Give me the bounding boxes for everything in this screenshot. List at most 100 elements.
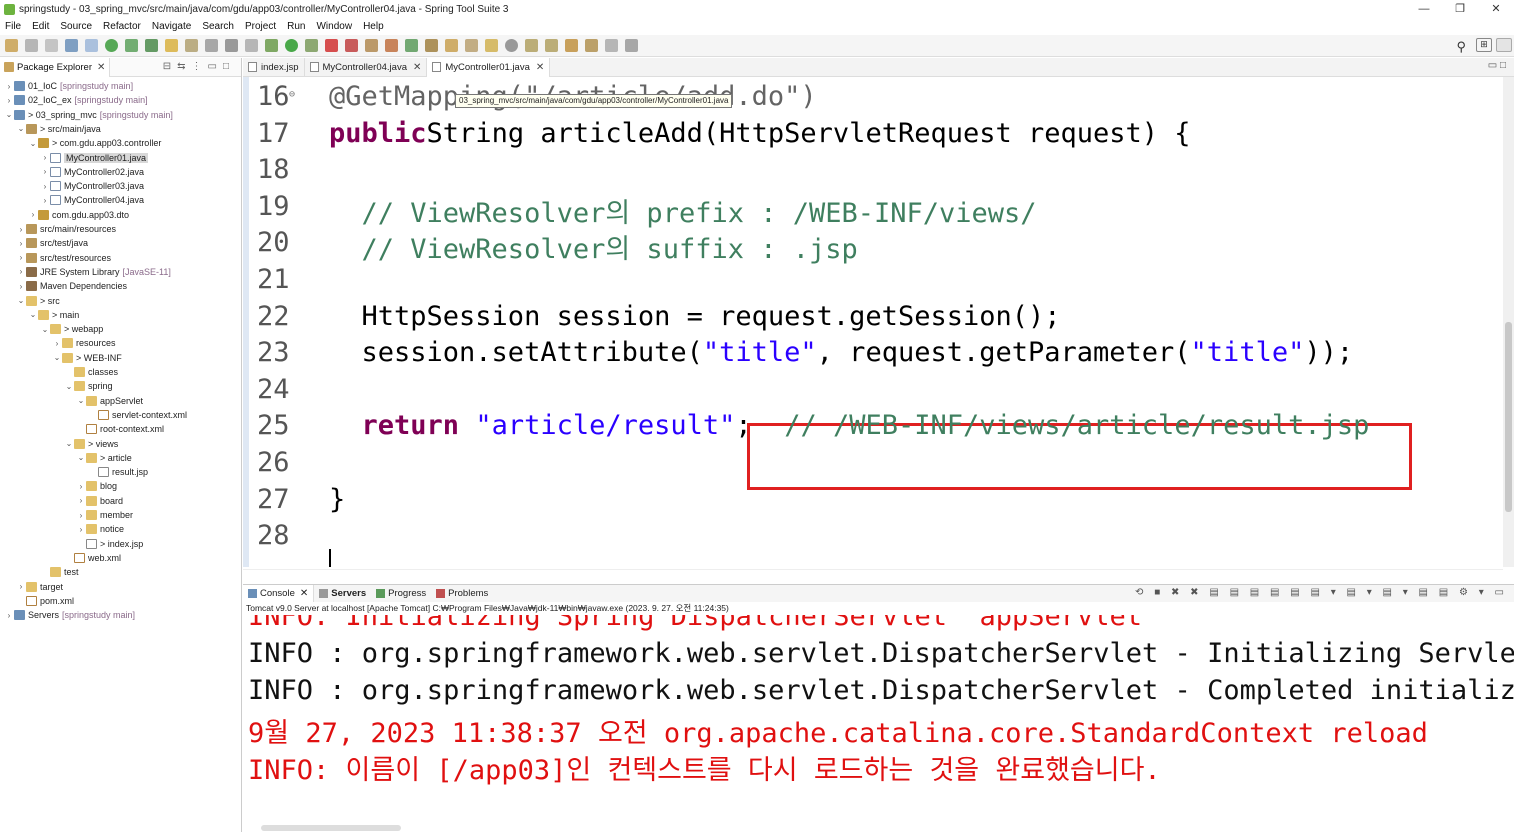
editor-vertical-scrollbar[interactable] [1503,77,1514,567]
scroll-thumb[interactable] [261,825,401,831]
tree-item[interactable]: ⌄ > src [0,294,60,308]
tab-progress[interactable]: Progress [371,585,431,602]
highlight-icon[interactable] [165,39,178,52]
menu-navigate[interactable]: Navigate [152,21,191,32]
chevron-right-icon[interactable]: › [76,511,86,520]
menu-search[interactable]: Search [202,21,234,32]
chevron-right-icon[interactable]: › [16,253,26,262]
chevron-right-icon[interactable]: › [40,167,50,176]
editor-tab[interactable]: index.jsp [243,57,305,77]
format-icon[interactable] [245,39,258,52]
next-annotation-icon[interactable] [525,39,538,52]
menu-project[interactable]: Project [245,21,276,32]
tree-item[interactable]: ⌄ > 03_spring_mvc [springstudy main] [0,108,173,122]
chevron-right-icon[interactable]: › [16,267,26,276]
restore-button[interactable]: ❐ [1442,0,1478,18]
open-perspective-icon[interactable]: ⊞ [1476,38,1492,52]
tab-problems[interactable]: Problems [431,585,493,602]
chevron-down-icon[interactable]: ⌄ [4,110,14,119]
close-icon[interactable]: ✕ [300,588,308,599]
tree-item[interactable]: ⌄ > main [0,308,79,322]
chevron-down-icon[interactable]: ⌄ [16,124,26,133]
open-folder-icon[interactable] [445,39,458,52]
tree-item[interactable]: › src/test/java [0,236,88,250]
tab-servers[interactable]: Servers [314,585,371,602]
editor-view-menu[interactable]: ▭ □ [1488,60,1506,71]
tree-item[interactable]: pom.xml [0,594,74,608]
tree-item[interactable]: web.xml [0,551,121,565]
tree-item[interactable]: ⌄ > com.gdu.app03.controller [0,136,161,150]
chevron-down-icon[interactable]: ⌄ [28,139,38,148]
tree-item[interactable]: › MyController03.java [0,179,144,193]
chevron-right-icon[interactable]: › [16,239,26,248]
chevron-right-icon[interactable]: › [4,96,14,105]
refresh-icon[interactable] [125,39,138,52]
open-type-icon[interactable] [425,39,438,52]
editor-horizontal-scrollbar[interactable] [243,569,1503,581]
chevron-right-icon[interactable]: › [40,182,50,191]
debug-icon[interactable] [265,39,278,52]
chevron-right-icon[interactable]: › [4,611,14,620]
tree-item[interactable]: result.jsp [0,465,148,479]
chevron-down-icon[interactable]: ⌄ [16,296,26,305]
spring-boot-icon[interactable] [105,39,118,52]
last-edit-icon[interactable] [565,39,578,52]
menu-help[interactable]: Help [363,21,384,32]
chevron-right-icon[interactable]: › [16,582,26,591]
tree-item[interactable]: › member [0,508,133,522]
chevron-down-icon[interactable]: ⌄ [52,353,62,362]
close-window-button[interactable]: ✕ [1478,0,1514,18]
console-horizontal-scrollbar[interactable] [243,824,1514,832]
server-icon[interactable] [345,39,358,52]
block-select-icon[interactable] [205,39,218,52]
new-java-project-icon[interactable] [365,39,378,52]
task-icon[interactable] [485,39,498,52]
tree-item[interactable]: ⌄ > views [0,437,118,451]
tree-item[interactable]: root-context.xml [0,422,164,436]
tree-item[interactable]: › board [0,494,123,508]
tree-item[interactable]: ⌄ spring [0,379,113,393]
back-icon[interactable] [585,39,598,52]
tree-item[interactable]: › MyController02.java [0,165,144,179]
run-icon[interactable] [285,39,298,52]
chevron-down-icon[interactable]: ⌄ [76,453,86,462]
code-area[interactable]: 16⊖@GetMapping("/article/add.do")17publi… [243,77,1503,567]
tree-item[interactable]: ⌄ > webapp [0,322,103,336]
menu-file[interactable]: File [5,21,21,32]
new-class-icon[interactable] [405,39,418,52]
stop-icon[interactable] [325,39,338,52]
chevron-right-icon[interactable]: › [16,225,26,234]
menu-run[interactable]: Run [287,21,305,32]
chevron-right-icon[interactable]: › [4,82,14,91]
tree-item[interactable]: › src/main/resources [0,222,116,236]
pin-icon[interactable] [145,39,158,52]
external-tools-icon[interactable] [305,39,318,52]
chevron-down-icon[interactable]: ⌄ [64,439,74,448]
chevron-right-icon[interactable]: › [76,482,86,491]
scroll-thumb[interactable] [1505,322,1512,512]
console-output[interactable]: INFO: Initializing Spring DispatcherServ… [243,615,1514,821]
skip-breakpoints-icon[interactable] [85,39,98,52]
pin-editor-icon[interactable] [625,39,638,52]
editor-tab[interactable]: MyController01.java ✕ [427,57,551,77]
menu-refactor[interactable]: Refactor [103,21,141,32]
chevron-right-icon[interactable]: › [40,196,50,205]
editor-tab[interactable]: MyController04.java ✕ [305,57,428,77]
menu-window[interactable]: Window [316,21,352,32]
terminal-icon[interactable] [65,39,78,52]
chevron-down-icon[interactable]: ⌄ [76,396,86,405]
save-icon[interactable] [25,39,38,52]
chevron-right-icon[interactable]: › [40,153,50,162]
fold-icon[interactable]: ⊖ [289,89,295,100]
search-tool-icon[interactable] [465,39,478,52]
tree-item[interactable]: test [0,565,79,579]
tree-item[interactable]: classes [0,365,118,379]
tree-item[interactable]: ⌄ > article [0,451,132,465]
chevron-right-icon[interactable]: › [76,496,86,505]
chevron-down-icon[interactable]: ⌄ [28,310,38,319]
menu-edit[interactable]: Edit [32,21,49,32]
tree-item[interactable]: ⌄ appServlet [0,394,143,408]
tree-item[interactable]: ⌄ > WEB-INF [0,351,122,365]
console-toolbar-icons[interactable]: ⟲ ■ ✖ ✖ ▤ ▤ ▤ ▤ ▤ ▤ ▾ ▤ ▾ ▤ ▾ ▤ ▤ ⚙ ▾ ▭ [1135,587,1508,598]
chevron-down-icon[interactable]: ⌄ [64,382,74,391]
